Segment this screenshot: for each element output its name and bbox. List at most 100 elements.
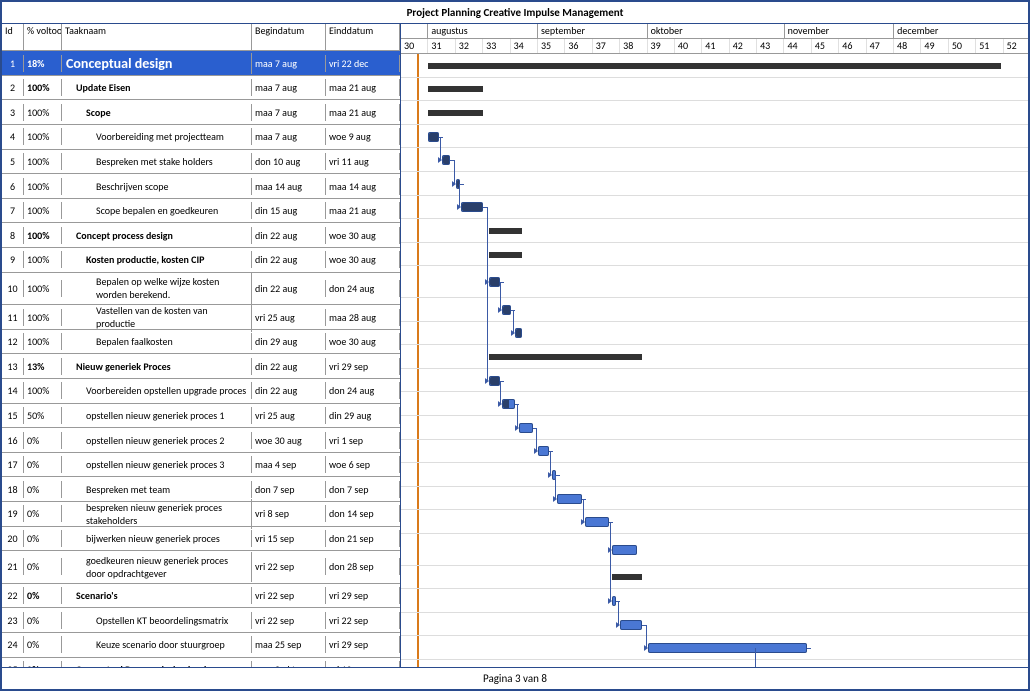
progress-fill — [457, 180, 459, 188]
link-arrow-icon — [485, 279, 489, 285]
task-bar[interactable] — [428, 132, 439, 142]
cell-name: Bespreken met stake holders — [62, 153, 252, 170]
table-row: 14100%Voorbereiden opstellen upgrade pro… — [2, 379, 400, 404]
task-bar[interactable] — [489, 376, 500, 386]
cell-start: don 10 aug — [252, 153, 326, 170]
progress-fill — [503, 400, 508, 408]
summary-bar[interactable] — [612, 574, 642, 580]
cell-pct: 100% — [24, 280, 62, 297]
summary-bar[interactable] — [489, 354, 642, 360]
week-label: 39 — [648, 39, 675, 53]
cell-pct: 0% — [24, 530, 62, 547]
cell-pct: 100% — [24, 153, 62, 170]
cell-id: 4 — [2, 128, 24, 145]
task-bar[interactable] — [620, 620, 642, 630]
cell-name: Bespreken met team — [62, 481, 252, 498]
cell-start: din 22 aug — [252, 251, 326, 268]
cell-name: Bepalen op welke wijze kosten worden ber… — [62, 273, 252, 303]
summary-bar[interactable] — [428, 86, 483, 92]
week-label: 33 — [483, 39, 510, 53]
cell-end: don 14 sep — [326, 505, 400, 522]
cell-pct: 100% — [24, 227, 62, 244]
week-label: 35 — [538, 39, 565, 53]
week-label: 49 — [921, 39, 948, 53]
cell-end: vri 29 sep — [326, 587, 400, 604]
cell-id: 2 — [2, 79, 24, 96]
cell-end: vri 22 dec — [326, 55, 400, 72]
task-bar[interactable] — [648, 643, 807, 653]
cell-name: Bepalen faalkosten — [62, 333, 252, 350]
col-id: Id — [2, 24, 24, 50]
progress-fill — [443, 156, 449, 164]
task-bar[interactable] — [557, 494, 582, 504]
task-bar[interactable] — [515, 328, 522, 338]
cell-name: bijwerken nieuw generiek proces — [62, 530, 252, 547]
body: Id % voltooid Taaknaam Begindatum Eindda… — [2, 24, 1028, 667]
table-row: 170%opstellen nieuw generiek proces 3maa… — [2, 453, 400, 478]
cell-end: maa 21 aug — [326, 104, 400, 121]
task-bar[interactable] — [612, 545, 637, 555]
task-bar[interactable] — [442, 155, 450, 165]
cell-id: 6 — [2, 178, 24, 195]
cell-end: maa 21 aug — [326, 202, 400, 219]
link-arrow-icon — [616, 622, 620, 628]
project-sheet: Project Planning Creative Impulse Manage… — [0, 0, 1030, 691]
task-bar[interactable] — [489, 277, 500, 287]
cell-start: din 15 aug — [252, 202, 326, 219]
task-bar[interactable] — [538, 446, 549, 456]
task-bar[interactable] — [519, 423, 533, 433]
task-bar[interactable] — [502, 305, 510, 315]
cell-pct: 0% — [24, 587, 62, 604]
week-label: 40 — [675, 39, 702, 53]
cell-name: Scenario's — [62, 587, 252, 604]
table-row: 11100%Vastellen van de kosten van produc… — [2, 305, 400, 330]
summary-bar[interactable] — [428, 63, 1001, 69]
week-label: 47 — [867, 39, 894, 53]
progress-fill — [516, 329, 521, 337]
col-start: Begindatum — [252, 24, 326, 50]
week-label: 32 — [456, 39, 483, 53]
cell-id: 16 — [2, 432, 24, 449]
task-bar[interactable] — [502, 399, 514, 409]
cell-pct: 100% — [24, 251, 62, 268]
cell-id: 7 — [2, 202, 24, 219]
cell-name: Kosten productie, kosten CIP — [62, 251, 252, 268]
col-name: Taaknaam — [62, 24, 252, 50]
week-label: 42 — [730, 39, 757, 53]
cell-id: 18 — [2, 481, 24, 498]
summary-bar[interactable] — [489, 252, 522, 258]
cell-start: vri 22 sep — [252, 612, 326, 629]
cell-pct: 100% — [24, 333, 62, 350]
week-label: 51 — [976, 39, 1003, 53]
cell-start: maa 7 aug — [252, 104, 326, 121]
task-bar[interactable] — [456, 179, 460, 189]
cell-start: din 22 aug — [252, 280, 326, 297]
cell-end: maa 21 aug — [326, 79, 400, 96]
table-row: 200%bijwerken nieuw generiek procesvri 1… — [2, 527, 400, 552]
week-label: 43 — [757, 39, 784, 53]
cell-id: 1 — [2, 55, 24, 72]
cell-pct: 0% — [24, 612, 62, 629]
cell-end: don 24 aug — [326, 382, 400, 399]
summary-bar[interactable] — [428, 110, 483, 116]
link-arrow-icon — [498, 401, 502, 407]
task-bar[interactable] — [585, 517, 610, 527]
task-bar[interactable] — [612, 596, 616, 606]
table-row: 12100%Bepalen faalkostendin 29 augwoe 30… — [2, 330, 400, 355]
task-bar[interactable] — [461, 202, 483, 212]
task-bar[interactable] — [552, 470, 556, 480]
cell-id: 5 — [2, 153, 24, 170]
cell-id: 10 — [2, 280, 24, 297]
cell-start: maa 14 aug — [252, 178, 326, 195]
cell-end: vri 29 sep — [326, 358, 400, 375]
cell-id: 20 — [2, 530, 24, 547]
week-label: 50 — [949, 39, 976, 53]
summary-bar[interactable] — [489, 228, 522, 234]
cell-pct: 0% — [24, 432, 62, 449]
progress-fill — [490, 377, 499, 385]
cell-pct: 0% — [24, 636, 62, 653]
week-label: 48 — [894, 39, 921, 53]
progress-fill — [462, 203, 482, 211]
cell-start: vri 22 sep — [252, 558, 326, 575]
weeks-row: 3031323334353637383940414243444546474849… — [401, 39, 1028, 54]
